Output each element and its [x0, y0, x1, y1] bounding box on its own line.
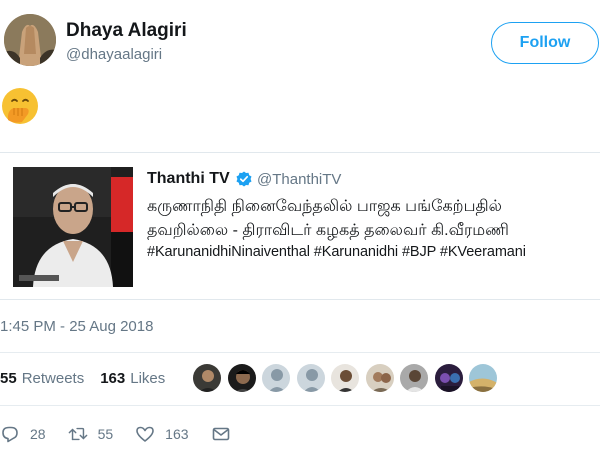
- retweets-label[interactable]: Retweets: [22, 370, 85, 387]
- quoted-tweet-image[interactable]: [13, 167, 133, 287]
- liker-avatar[interactable]: [364, 363, 395, 393]
- retweets-count[interactable]: 55: [0, 370, 17, 387]
- follow-button[interactable]: Follow: [491, 22, 599, 64]
- divider: [0, 352, 600, 353]
- quoted-text-line-2: தவறில்லை - திராவிடர் கழகத் தலைவர் கி.வீர…: [147, 222, 509, 239]
- author-avatar[interactable]: [4, 14, 56, 66]
- liker-avatars: [192, 363, 503, 393]
- liker-avatar[interactable]: [433, 363, 464, 393]
- like-button[interactable]: 163: [135, 424, 189, 444]
- liker-avatar[interactable]: [192, 363, 222, 393]
- divider: [0, 405, 600, 406]
- retweet-icon: [68, 427, 87, 441]
- retweet-button[interactable]: 55: [68, 424, 114, 444]
- quoted-author-handle[interactable]: @ThanthiTV: [257, 171, 341, 188]
- reply-icon: [2, 426, 18, 443]
- quoted-author-name[interactable]: Thanthi TV: [147, 170, 230, 188]
- liker-avatar[interactable]: [468, 363, 498, 393]
- envelope-icon: [212, 427, 229, 441]
- tweet-stats: 55 Retweets 163 Likes: [0, 370, 181, 387]
- heart-icon: [136, 426, 154, 442]
- liker-avatar[interactable]: [226, 363, 257, 393]
- tweet-action-bar: 28 55 163: [0, 424, 253, 444]
- likes-label[interactable]: Likes: [130, 370, 165, 387]
- liker-avatar[interactable]: [261, 363, 291, 393]
- likes-count[interactable]: 163: [100, 370, 125, 387]
- author-name[interactable]: Dhaya Alagiri: [66, 20, 187, 42]
- like-count: 163: [165, 426, 189, 442]
- reply-button[interactable]: 28: [0, 424, 46, 444]
- liker-avatar[interactable]: [399, 363, 429, 393]
- face-with-hand-over-mouth-icon: [0, 86, 40, 126]
- quoted-tweet-card[interactable]: Thanthi TV @ThanthiTV கருணாநிதி நினைவேந்…: [0, 152, 600, 300]
- quoted-hashtags[interactable]: #KarunanidhiNinaiventhal #Karunanidhi #B…: [147, 244, 526, 260]
- author-handle[interactable]: @dhayaalagiri: [66, 46, 162, 63]
- quoted-text-line-1: கருணாநிதி நினைவேந்தலில் பாஜக பங்கேற்பதில…: [147, 198, 502, 215]
- direct-message-button[interactable]: [211, 424, 231, 444]
- verified-badge-icon: [236, 171, 252, 187]
- retweet-count: 55: [97, 426, 114, 442]
- tweet-timestamp[interactable]: 1:45 PM - 25 Aug 2018: [0, 318, 153, 335]
- liker-avatar[interactable]: [295, 363, 326, 393]
- reply-count: 28: [30, 426, 46, 442]
- liker-avatar[interactable]: [330, 363, 360, 393]
